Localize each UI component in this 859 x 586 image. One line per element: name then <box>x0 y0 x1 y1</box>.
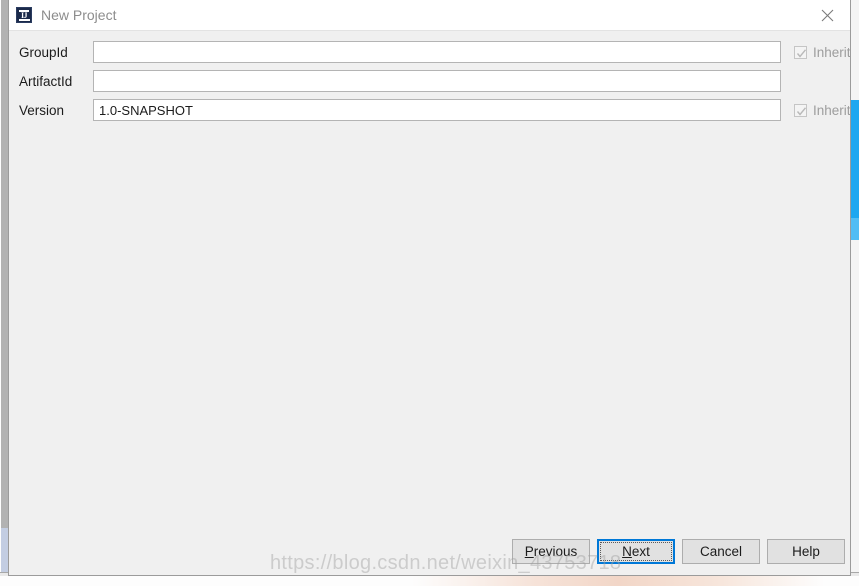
dialog-titlebar: IJ New Project <box>9 0 850 31</box>
backdrop-photo <box>0 576 859 586</box>
next-button[interactable]: Next <box>597 538 675 564</box>
backdrop-scrollbar-thumb-secondary[interactable] <box>851 218 859 240</box>
new-project-dialog: IJ New Project GroupId Inherit ArtifactI… <box>8 0 851 576</box>
form-row-version: Version Inherit <box>9 99 851 121</box>
version-label: Version <box>19 102 65 118</box>
version-inherit-checkbox[interactable]: Inherit <box>794 103 851 118</box>
version-inherit-label: Inherit <box>813 102 851 118</box>
form-row-groupid: GroupId Inherit <box>9 41 851 63</box>
groupid-label: GroupId <box>19 44 68 60</box>
checkbox-checked-icon[interactable] <box>794 103 807 117</box>
cancel-button[interactable]: Cancel <box>682 538 760 564</box>
previous-button[interactable]: Previous <box>512 538 590 564</box>
artifactid-input[interactable] <box>93 70 781 92</box>
version-input[interactable] <box>93 99 781 121</box>
help-button[interactable]: Help <box>767 538 845 564</box>
dialog-button-bar: Previous Next Cancel Help <box>9 532 850 575</box>
screen-root: IJ New Project GroupId Inherit ArtifactI… <box>0 0 859 586</box>
checkbox-checked-icon[interactable] <box>794 45 807 59</box>
dialog-title: New Project <box>41 7 117 23</box>
backdrop-scrollbar-thumb[interactable] <box>851 100 859 218</box>
close-icon[interactable] <box>805 0 850 30</box>
backdrop-right-scrollbar-track[interactable] <box>850 0 859 578</box>
backdrop-left-selection <box>1 528 8 572</box>
maven-coordinates-form: GroupId Inherit ArtifactId Version 1.0-S… <box>9 31 851 532</box>
form-row-artifactid: ArtifactId <box>9 70 850 92</box>
groupid-input[interactable] <box>93 41 781 63</box>
groupid-inherit-checkbox[interactable]: Inherit <box>794 45 851 60</box>
artifactid-label: ArtifactId <box>19 73 73 89</box>
intellij-idea-icon: IJ <box>16 7 32 23</box>
groupid-inherit-label: Inherit <box>813 44 851 60</box>
